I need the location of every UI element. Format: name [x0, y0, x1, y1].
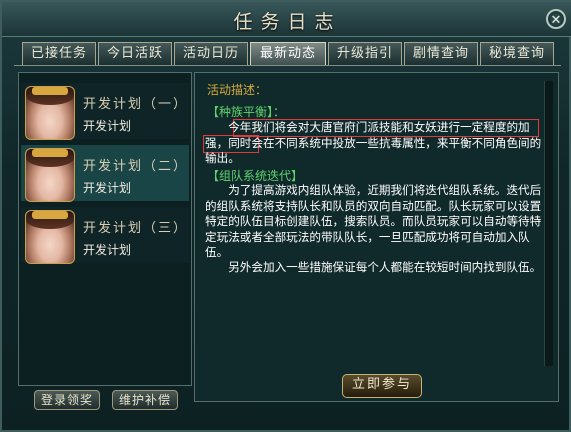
avatar: [25, 148, 75, 202]
entry-subtitle: 开发计划: [83, 181, 132, 195]
tab-story-query[interactable]: 剧情查询: [404, 42, 478, 65]
task-log-window: 任务日志 ✕ 已接任务 今日活跃 活动日历 最新动态 升级指引 剧情查询 秘境查…: [0, 0, 571, 432]
description-panel: 活动描述： 【种族平衡】： 今年我们将会对大唐官府门派技能和女妖进行一定程度的加…: [194, 72, 559, 402]
tab-daily-activity[interactable]: 今日活跃: [98, 42, 172, 65]
tab-level-guide[interactable]: 升级指引: [328, 42, 402, 65]
entry-title: 开发计划（三）: [83, 221, 189, 236]
avatar: [25, 86, 75, 140]
section-text-team-system: 为了提高游戏内组队体验，近期我们将迭代组队系统。迭代后的组队系统将支持队长和队员…: [205, 183, 542, 259]
tab-secret-realm-query[interactable]: 秘境查询: [480, 42, 554, 65]
section-title-team-system: 【组队系统迭代】: [207, 169, 304, 183]
tab-accepted-tasks[interactable]: 已接任务: [22, 42, 96, 65]
list-item[interactable]: 开发计划（一） 开发计划: [21, 83, 189, 140]
join-now-button[interactable]: 立即参与: [342, 374, 422, 398]
tab-divider: [14, 65, 561, 66]
entry-subtitle: 开发计划: [83, 119, 132, 133]
section-title-race-balance: 【种族平衡】：: [207, 105, 286, 119]
scrollbar[interactable]: [544, 81, 553, 366]
entry-title: 开发计划（一）: [83, 97, 189, 112]
maintenance-compensation-button[interactable]: 维护补偿: [112, 390, 178, 410]
avatar: [25, 210, 75, 264]
section-text-extra: 另外会加入一些措施保证每个人都能在较短时间内找到队伍。: [228, 260, 542, 274]
window-title: 任务日志: [233, 11, 342, 33]
list-item[interactable]: 开发计划（三） 开发计划: [21, 207, 189, 264]
news-list: 开发计划（一） 开发计划 开发计划（二） 开发计划 开发计划（三） 开发计划: [18, 72, 192, 386]
close-button[interactable]: ✕: [546, 9, 566, 29]
list-item[interactable]: 开发计划（二） 开发计划: [21, 145, 189, 202]
description-heading: 活动描述：: [207, 83, 268, 97]
tab-event-calendar[interactable]: 活动日历: [174, 42, 248, 65]
title-bar: 任务日志 ✕: [2, 2, 571, 37]
entry-subtitle: 开发计划: [83, 243, 132, 257]
login-reward-button[interactable]: 登录领奖: [34, 390, 100, 410]
entry-title: 开发计划（二）: [83, 159, 189, 174]
tab-latest-news[interactable]: 最新动态: [250, 42, 326, 65]
section-text-race-balance: 今年我们将会对大唐官府门派技能和女妖进行一定程度的加强，同时会在不同系统中投放一…: [205, 120, 542, 165]
